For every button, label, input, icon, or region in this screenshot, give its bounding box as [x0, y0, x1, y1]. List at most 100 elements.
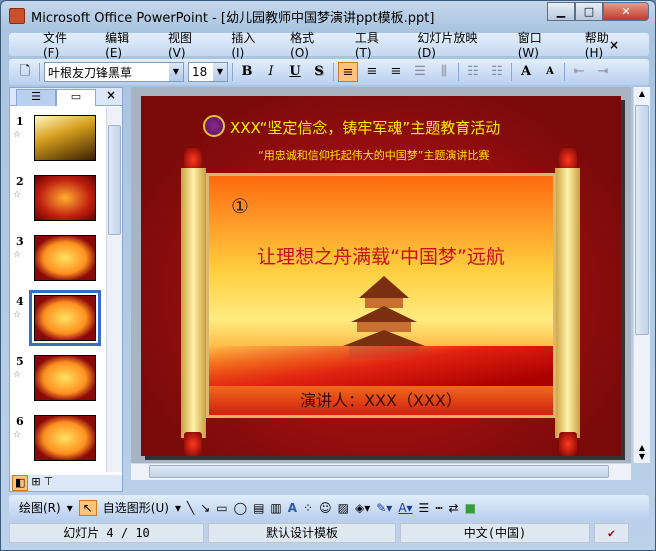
spelling-check-icon[interactable]: ✔ [594, 523, 629, 543]
bullets-icon[interactable]: ☷ [487, 62, 507, 82]
slide-header: XXX“坚定信念，铸牢军魂”主题教育活动 [230, 119, 501, 137]
scrollbar-thumb[interactable] [635, 105, 649, 335]
separator [39, 63, 40, 81]
separator [511, 63, 512, 81]
diagram-icon[interactable]: ⁘ [303, 501, 313, 515]
line-style-icon[interactable]: ☰ [419, 501, 430, 515]
formatting-toolbar: 🗋 叶根友刀锋黑草 ▼ 18 ▼ B I U S ≡ ≡ ≡ ☰ ⫼ ☷ ☷ A A… [9, 59, 649, 85]
separator [232, 63, 233, 81]
slide-sorter-icon[interactable]: ⊞ [31, 475, 40, 491]
slide-vertical-scrollbar[interactable]: ▲ ▲ ▼ [633, 87, 650, 463]
text-direction-icon[interactable]: ⫼ [434, 62, 454, 82]
tab-slides[interactable]: ▭ [56, 89, 96, 106]
close-document-button[interactable]: × [609, 38, 619, 52]
scroll-rod-left [181, 168, 206, 438]
select-pointer-icon[interactable]: ↖ [78, 499, 97, 516]
menu-tools[interactable]: 工具(T) [355, 29, 396, 60]
chevron-down-icon[interactable]: ▼ [169, 63, 183, 81]
scroll-cap [559, 432, 577, 456]
font-size-value: 18 [192, 65, 208, 79]
slide-number: 1 [16, 115, 24, 128]
wordart-icon[interactable]: A [288, 501, 297, 515]
powerpoint-app-icon[interactable] [9, 8, 25, 24]
oval-icon[interactable]: ◯ [234, 501, 247, 515]
slides-pane: ☰ ▭ × 1 ☆ 2 ☆ 3 ☆ 4 ☆ 5 ☆ 6 ☆ ◧ ⊞ ⊤ [9, 87, 123, 492]
animation-star-icon: ☆ [13, 370, 22, 380]
slide-number: 4 [16, 295, 24, 308]
italic-button[interactable]: I [261, 62, 281, 82]
font-size-select[interactable]: 18 ▼ [188, 62, 228, 82]
title-bar: Microsoft Office PowerPoint - [幼儿园教师中国梦演… [1, 1, 655, 31]
shadow-button[interactable]: S [309, 62, 329, 82]
underline-button[interactable]: U [285, 62, 305, 82]
separator [564, 63, 565, 81]
slide-canvas[interactable]: XXX“坚定信念，铸牢军魂”主题教育活动 “用忠诚和信仰托起伟大的中国梦”主题演… [141, 96, 621, 456]
align-center-icon[interactable]: ≡ [362, 62, 382, 82]
textbox-icon[interactable]: ▤ [253, 501, 264, 515]
new-document-icon[interactable]: 🗋 [15, 62, 35, 82]
slideshow-icon[interactable]: ⊤ [44, 475, 54, 491]
font-select[interactable]: 叶根友刀锋黑草 ▼ [44, 62, 184, 82]
menu-edit[interactable]: 编辑(E) [105, 29, 146, 60]
clipart-icon[interactable]: ☺ [319, 501, 332, 515]
numbering-icon[interactable]: ☷ [463, 62, 483, 82]
line-icon[interactable]: ╲ [187, 501, 194, 515]
vertical-textbox-icon[interactable]: ▥ [270, 501, 281, 515]
prev-next-slide-icon[interactable]: ▲ ▼ [634, 443, 650, 461]
increase-indent-icon[interactable]: ⇥ [593, 62, 613, 82]
menu-format[interactable]: 格式(O) [290, 29, 333, 60]
menu-file[interactable]: 文件(F) [43, 29, 83, 60]
menu-slideshow[interactable]: 幻灯片放映(D) [417, 29, 495, 60]
align-right-icon[interactable]: ≡ [386, 62, 406, 82]
scrollbar-thumb[interactable] [149, 465, 609, 478]
pane-scrollbar[interactable] [106, 107, 122, 472]
draw-menu-button[interactable]: 绘图(R) [19, 499, 61, 516]
menu-view[interactable]: 视图(V) [168, 29, 209, 60]
font-value: 叶根友刀锋黑草 [48, 65, 133, 80]
decrease-indent-icon[interactable]: ⇤ [569, 62, 589, 82]
scroll-rod-right [555, 168, 580, 438]
slide-thumbnail[interactable] [34, 235, 96, 281]
slide-thumbnail[interactable] [29, 290, 101, 346]
menu-window[interactable]: 窗口(W) [518, 29, 563, 60]
slide-thumbnail[interactable] [34, 415, 96, 461]
slide-horizontal-scrollbar[interactable] [131, 463, 631, 480]
scrollbar-thumb[interactable] [108, 125, 121, 235]
minimize-button[interactable]: ▁ [547, 2, 575, 21]
menu-insert[interactable]: 插入(I) [231, 29, 268, 60]
distribute-icon[interactable]: ☰ [410, 62, 430, 82]
font-color-icon[interactable]: A▾ [398, 501, 412, 515]
autoshapes-button[interactable]: 自选图形(U) [103, 499, 169, 516]
animation-star-icon: ☆ [13, 130, 22, 140]
picture-icon[interactable]: ▨ [338, 501, 349, 515]
slide-thumbnail[interactable] [34, 175, 96, 221]
rectangle-icon[interactable]: ▭ [216, 501, 227, 515]
scroll-up-icon[interactable]: ▲ [634, 89, 650, 98]
menu-help[interactable]: 帮助(H) [585, 29, 627, 60]
powerpoint-window: Microsoft Office PowerPoint - [幼儿园教师中国梦演… [0, 0, 656, 551]
animation-star-icon: ☆ [13, 310, 22, 320]
chevron-down-icon[interactable]: ▼ [213, 63, 227, 81]
animation-star-icon: ☆ [13, 250, 22, 260]
shadow-style-icon[interactable]: ■ [465, 501, 476, 515]
tab-outline[interactable]: ☰ [16, 89, 56, 106]
fill-color-icon[interactable]: ◈▾ [355, 501, 370, 515]
grow-font-button[interactable]: A [516, 62, 536, 82]
slide-thumbnail[interactable] [34, 115, 96, 161]
slide-number: 6 [16, 415, 24, 428]
align-left-icon[interactable]: ≡ [338, 62, 358, 82]
shrink-font-button[interactable]: A [540, 62, 560, 82]
normal-view-icon[interactable]: ◧ [12, 475, 29, 491]
drawing-toolbar: 绘图(R) ▾ ↖ 自选图形(U) ▾ ╲ ↘ ▭ ◯ ▤ ▥ A ⁘ ☺ ▨ ◈▾… [9, 495, 649, 520]
dash-style-icon[interactable]: ┅ [435, 501, 442, 515]
scroll-cap [184, 432, 202, 456]
maximize-button[interactable]: □ [575, 2, 603, 21]
bold-button[interactable]: B [237, 62, 257, 82]
close-pane-button[interactable]: × [106, 88, 116, 102]
close-button[interactable]: ✕ [603, 2, 649, 21]
arrow-style-icon[interactable]: ⇄ [449, 501, 459, 515]
line-color-icon[interactable]: ✎▾ [376, 501, 392, 515]
animation-star-icon: ☆ [13, 430, 22, 440]
arrow-icon[interactable]: ↘ [200, 501, 210, 515]
slide-thumbnail[interactable] [34, 355, 96, 401]
